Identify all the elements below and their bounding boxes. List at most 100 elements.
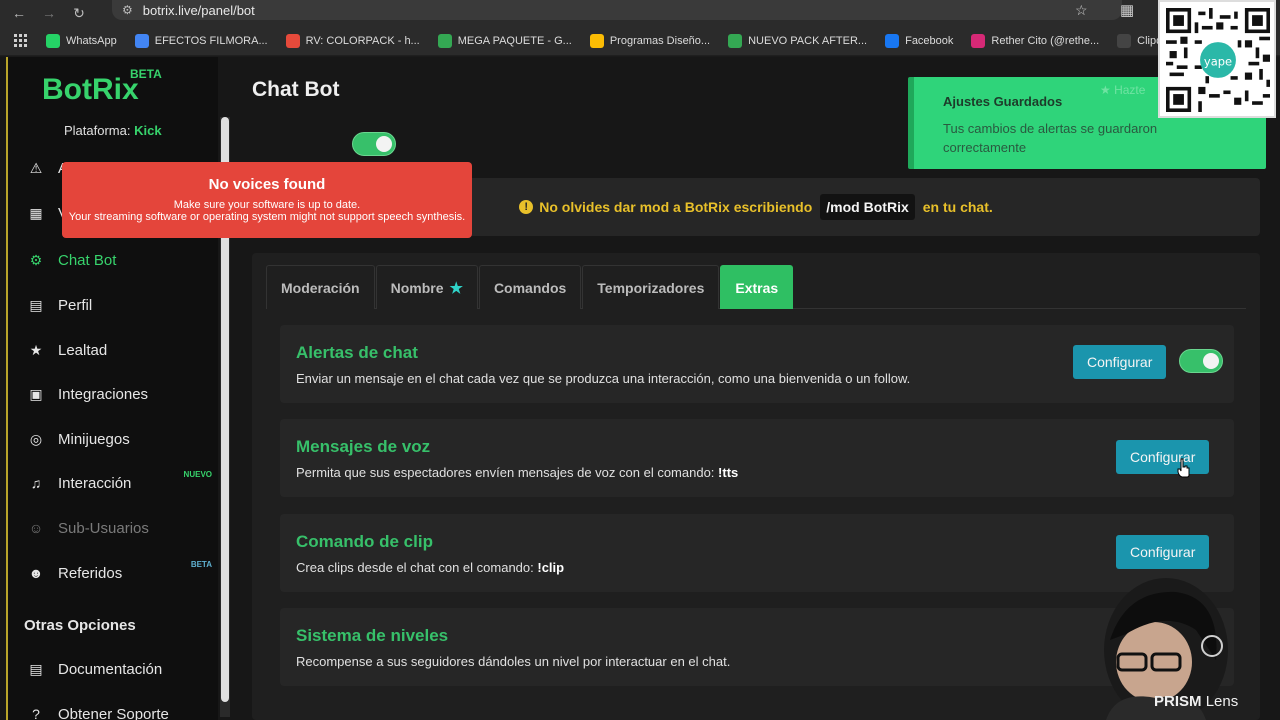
qr-label: yape bbox=[1204, 54, 1232, 68]
sidebar-item-label: Lealtad bbox=[58, 341, 108, 359]
row-title: Alertas de chat bbox=[296, 343, 418, 362]
row-voice-messages: Mensajes de voz Permita que sus espectad… bbox=[280, 419, 1234, 497]
warning-icon: ⚠ bbox=[29, 159, 43, 176]
bookmark-item[interactable]: Facebook bbox=[885, 33, 953, 48]
banner-text: No olvides dar mod a BotRix escribiendo bbox=[539, 199, 813, 215]
bookmark-star-icon[interactable]: ☆ bbox=[1075, 2, 1088, 19]
behind-toast-text: ★ Hazte bbox=[1100, 83, 1146, 97]
platform-indicator: Plataforma: Kick bbox=[64, 123, 162, 138]
sidebar-item-documentaci-n[interactable]: ▤ Documentación bbox=[26, 654, 222, 684]
row-title: Mensajes de voz bbox=[296, 437, 431, 456]
bookmark-item[interactable]: NUEVO PACK AFTER... bbox=[728, 33, 867, 48]
sidebar-item-referidos[interactable]: ☻ Referidos BETA bbox=[26, 558, 222, 588]
reload-icon[interactable]: ↻ bbox=[68, 3, 90, 23]
bookmark-favicon-icon bbox=[437, 33, 452, 48]
configure-clip-button[interactable]: Configurar bbox=[1116, 535, 1210, 569]
bookmark-item[interactable]: Programas Diseño... bbox=[589, 33, 711, 48]
site-settings-icon[interactable]: ⚙ bbox=[122, 3, 133, 17]
row-description: Permita que sus espectadores envíen mens… bbox=[296, 465, 738, 480]
plug-icon: ▣ bbox=[29, 385, 43, 402]
error-toast[interactable]: No voices found Make sure your software … bbox=[62, 162, 472, 238]
bookmark-favicon-icon bbox=[46, 33, 60, 48]
row-chat-alerts: Alertas de chat Enviar un mensaje en el … bbox=[280, 325, 1234, 403]
prism-lens-watermark: PRISM Lens bbox=[1154, 693, 1238, 710]
bookmark-item[interactable]: RV: COLORPACK - h... bbox=[285, 33, 420, 48]
sidebar-item-label: Integraciones bbox=[58, 385, 149, 403]
browser-toolbar: ← → ↻ ⚙ botrix.live/panel/bot ☆ ▦ bbox=[0, 0, 1280, 26]
bookmark-favicon-icon bbox=[1117, 33, 1132, 48]
bookmark-item[interactable]: WhatsApp bbox=[46, 33, 117, 48]
row-description: Recompense a sus seguidores dándoles un … bbox=[296, 654, 731, 669]
watermark-light: Lens bbox=[1205, 693, 1239, 710]
tab-nombre[interactable]: Nombre ★ bbox=[375, 265, 478, 309]
document-icon: ▤ bbox=[29, 660, 43, 677]
id-card-icon: ▤ bbox=[29, 296, 43, 313]
qr-code: yape bbox=[1158, 0, 1276, 118]
bookmark-label: Programas Diseño... bbox=[609, 34, 711, 47]
sidebar: BotRix BETA Plataforma: Kick ⚠A▦V⚙Chat B… bbox=[6, 57, 218, 720]
tab-temporizadores[interactable]: Temporizadores bbox=[582, 265, 720, 309]
users-icon: ☺ bbox=[28, 520, 44, 536]
forward-icon[interactable]: → bbox=[38, 3, 60, 23]
botrix-logo[interactable]: BotRix BETA bbox=[42, 67, 162, 107]
error-line-1: Make sure your software is up to date. bbox=[173, 199, 361, 211]
tab-label: Moderación bbox=[281, 279, 360, 296]
sidebar-item-interacci-n[interactable]: ♫ Interacción NUEVO bbox=[26, 468, 222, 498]
chat-alerts-toggle[interactable] bbox=[1179, 349, 1223, 373]
logo-beta-tag: BETA bbox=[130, 67, 162, 81]
other-options-title: Otras Opciones bbox=[24, 617, 136, 634]
sidebar-item-label: Chat Bot bbox=[58, 251, 117, 269]
bookmark-favicon-icon bbox=[134, 33, 149, 48]
sidebar-item-minijuegos[interactable]: ◎ Minijuegos bbox=[26, 424, 222, 454]
bookmark-favicon-icon bbox=[971, 33, 986, 48]
behind-text: Hazte bbox=[1114, 83, 1146, 97]
success-toast-title: Ajustes Guardados bbox=[943, 94, 1063, 109]
url-text: botrix.live/panel/bot bbox=[142, 2, 255, 18]
exclamation-icon: ! bbox=[519, 200, 534, 214]
bookmark-label: Rether Cito (@rethe... bbox=[991, 34, 1100, 47]
hand-cursor-icon bbox=[1177, 458, 1190, 478]
apps-grid-icon[interactable] bbox=[14, 33, 28, 48]
bookmark-item[interactable]: Rether Cito (@rethe... bbox=[971, 33, 1100, 48]
toggle-knob bbox=[1203, 353, 1219, 369]
gamepad-icon: ◎ bbox=[29, 430, 43, 447]
sidebar-item-lealtad[interactable]: ★ Lealtad bbox=[26, 335, 222, 365]
sidebar-item-label: Minijuegos bbox=[58, 430, 130, 448]
bookmark-item[interactable]: MEGA PAQUETE - G... bbox=[437, 33, 572, 48]
user-group-icon: ☻ bbox=[28, 565, 44, 581]
tab-comandos[interactable]: Comandos bbox=[478, 265, 582, 309]
tab-bar: Moderación Nombre ★ Comandos Temporizador… bbox=[266, 265, 1246, 309]
back-icon[interactable]: ← bbox=[8, 3, 30, 23]
sidebar-item-obtener-soporte[interactable]: ? Obtener Soporte bbox=[26, 699, 222, 720]
sidebar-badge: NUEVO bbox=[183, 470, 212, 479]
platform-value: Kick bbox=[134, 123, 162, 138]
bookmark-label: MEGA PAQUETE - G... bbox=[457, 34, 572, 47]
sidebar-item-chat-bot[interactable]: ⚙ Chat Bot bbox=[26, 245, 222, 275]
bookmark-label: RV: COLORPACK - h... bbox=[305, 34, 420, 47]
tab-extras[interactable]: Extras bbox=[720, 265, 794, 309]
row-description: Crea clips desde el chat con el comando:… bbox=[296, 560, 564, 575]
platform-label: Plataforma: bbox=[64, 123, 131, 138]
sidebar-item-label: Interacción bbox=[58, 474, 132, 492]
extensions-icon[interactable]: ▦ bbox=[1120, 1, 1134, 19]
address-bar[interactable]: ⚙ botrix.live/panel/bot bbox=[112, 0, 1122, 20]
tab-label: Nombre bbox=[390, 279, 444, 296]
chatbot-toggle[interactable] bbox=[352, 132, 396, 156]
robot-icon: ⚙ bbox=[29, 251, 43, 268]
sidebar-item-label: Documentación bbox=[58, 660, 163, 678]
tab-moderacion[interactable]: Moderación bbox=[266, 265, 375, 309]
error-toast-body: Make sure your software is up to date. Y… bbox=[62, 199, 472, 223]
bookmark-favicon-icon bbox=[728, 33, 743, 48]
bookmark-favicon-icon bbox=[285, 33, 300, 48]
question-icon: ? bbox=[32, 706, 40, 720]
sidebar-item-integraciones[interactable]: ▣ Integraciones bbox=[26, 379, 222, 409]
sidebar-item-sub-usuarios[interactable]: ☺ Sub-Usuarios bbox=[26, 513, 222, 543]
logo-text: BotRix bbox=[42, 73, 139, 106]
sidebar-item-label: Sub-Usuarios bbox=[58, 519, 149, 537]
bookmark-favicon-icon bbox=[885, 33, 900, 48]
bookmark-item[interactable]: EFECTOS FILMORA... bbox=[134, 33, 268, 48]
configure-chat-alerts-button[interactable]: Configurar bbox=[1073, 345, 1167, 379]
configure-voice-button[interactable]: Configurar bbox=[1116, 440, 1210, 474]
tab-label: Temporizadores bbox=[597, 279, 705, 296]
sidebar-item-perfil[interactable]: ▤ Perfil bbox=[26, 290, 222, 320]
